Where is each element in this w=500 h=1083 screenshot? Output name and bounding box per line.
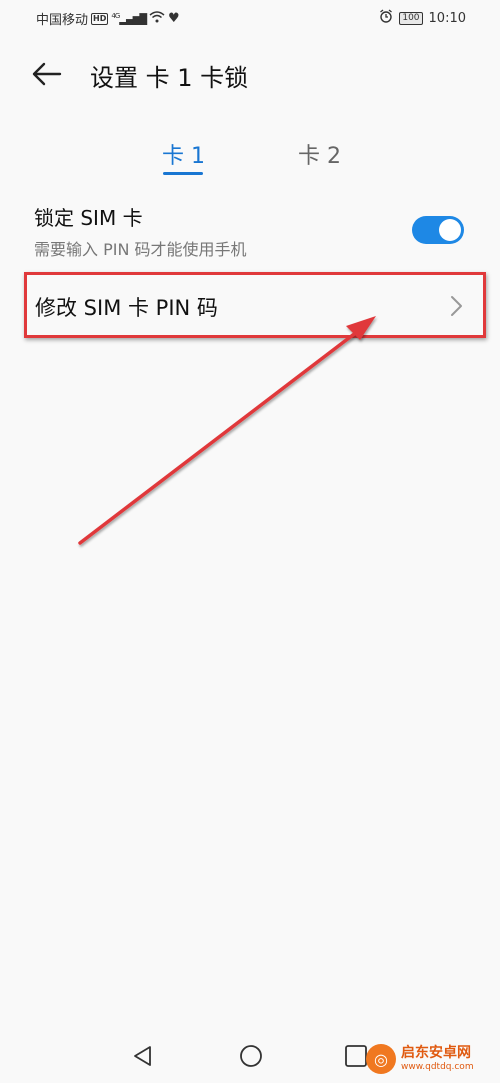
change-pin-label: 修改 SIM 卡 PIN 码 [35,296,218,320]
nav-back-icon[interactable] [130,1043,156,1069]
status-left: 中国移动 HD 4G▂▄▆█ ♥ [36,9,180,28]
change-pin-row[interactable]: 修改 SIM 卡 PIN 码 [24,272,486,338]
sim-tabs: 卡 1 卡 2 [0,130,500,180]
alarm-icon [379,9,393,27]
lock-sim-title: 锁定 SIM 卡 [34,206,143,230]
wifi-icon [149,10,165,27]
lock-sim-toggle[interactable] [412,216,464,244]
back-arrow-icon[interactable] [30,58,66,90]
status-right: 100 10:10 [379,9,466,27]
chevron-right-icon [449,293,465,319]
heart-icon: ♥ [168,11,180,26]
watermark-title: 启东安卓网 [401,1045,471,1061]
toggle-knob [439,219,461,241]
status-bar: 中国移动 HD 4G▂▄▆█ ♥ 100 10:10 [0,0,500,36]
tab-card-2[interactable]: 卡 2 [298,138,341,170]
carrier-name: 中国移动 [36,13,89,28]
battery-icon: 100 [399,11,423,25]
app-bar: 设置 卡 1 卡锁 [0,44,500,104]
clock-time: 10:10 [428,10,466,26]
lock-sim-subtitle: 需要输入 PIN 码才能使用手机 [34,240,247,259]
watermark-logo-icon: ◎ [366,1044,396,1074]
signal-icon: 4G▂▄▆█ [111,11,147,26]
page-title: 设置 卡 1 卡锁 [90,64,249,92]
site-watermark: ◎ 启东安卓网 www.qdtdq.com [366,1039,496,1079]
hd-icon: HD [91,12,109,25]
watermark-url: www.qdtdq.com [401,1062,474,1072]
lock-sim-row[interactable]: 锁定 SIM 卡 需要输入 PIN 码才能使用手机 [0,196,500,266]
tab-card-1[interactable]: 卡 1 [162,138,205,170]
watermark-text: 启东安卓网 www.qdtdq.com [401,1046,474,1072]
nav-home-icon[interactable] [238,1043,264,1069]
active-tab-indicator [163,172,203,175]
